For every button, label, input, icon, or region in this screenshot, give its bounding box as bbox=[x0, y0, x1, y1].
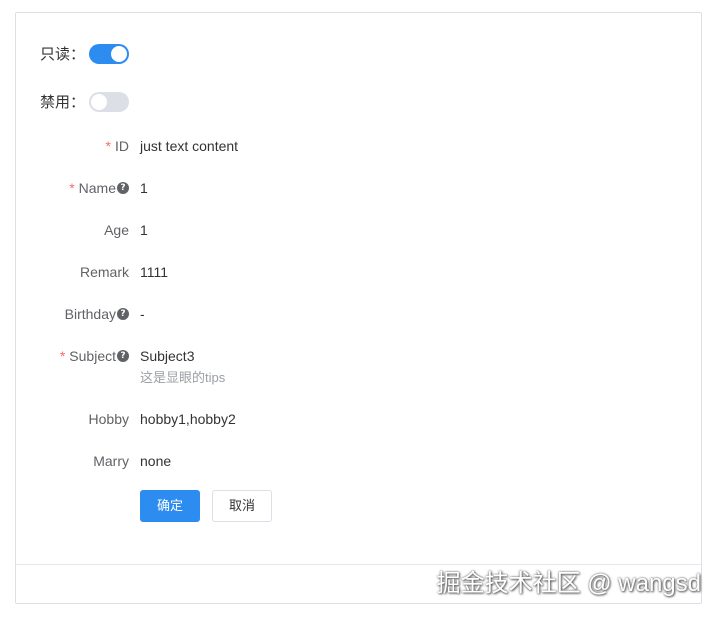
disabled-toggle-row: 禁用： bbox=[40, 91, 130, 112]
age-value: 1 bbox=[140, 222, 148, 238]
form-label-marry: Marry bbox=[93, 451, 129, 471]
form-label-name: * Name ? bbox=[69, 178, 129, 198]
hobby-value: hobby1,hobby2 bbox=[140, 411, 236, 427]
age-label: Age bbox=[104, 222, 129, 238]
watermark: 掘金技术社区 @ wangsd bbox=[436, 570, 701, 597]
id-label: ID bbox=[115, 138, 129, 154]
form-row-age: Age 1 bbox=[16, 220, 703, 240]
form-label-id: * ID bbox=[106, 136, 129, 156]
disabled-label: 禁用： bbox=[40, 94, 86, 111]
required-mark: * bbox=[59, 348, 66, 364]
help-icon[interactable]: ? bbox=[117, 308, 129, 320]
name-value: 1 bbox=[140, 180, 148, 196]
form-row-marry: Marry none bbox=[16, 451, 703, 471]
form-row-remark: Remark 1111 bbox=[16, 262, 703, 282]
marry-value: none bbox=[140, 453, 172, 469]
remark-label: Remark bbox=[79, 264, 129, 280]
form-row-id: * ID just text content bbox=[16, 136, 703, 156]
form-label-birthday: Birthday ? bbox=[65, 304, 129, 324]
subject-tips: 这是显眼的tips bbox=[140, 370, 226, 385]
readonly-toggle-row: 只读： bbox=[40, 43, 130, 64]
readonly-label: 只读： bbox=[40, 46, 86, 63]
required-mark: * bbox=[69, 180, 75, 196]
form-label-hobby: Hobby bbox=[89, 409, 129, 429]
form-row-name: * Name ? 1 bbox=[16, 178, 703, 198]
form-label-remark: Remark bbox=[80, 262, 129, 282]
confirm-button[interactable]: 确定 bbox=[140, 490, 200, 522]
switch-knob bbox=[91, 93, 108, 110]
birthday-label: Birthday bbox=[64, 306, 116, 322]
form-row-birthday: Birthday ? - bbox=[16, 304, 703, 324]
hobby-label: Hobby bbox=[88, 411, 129, 427]
form-row-subject: * Subject ? Subject3 这是显眼的tips bbox=[16, 346, 703, 385]
form-label-age: Age bbox=[104, 220, 129, 240]
form-row-hobby: Hobby hobby1,hobby2 bbox=[16, 409, 703, 429]
cancel-button[interactable]: 取消 bbox=[212, 490, 272, 522]
disabled-switch[interactable] bbox=[89, 91, 130, 112]
name-label: Name bbox=[78, 180, 116, 196]
required-mark: * bbox=[105, 138, 111, 154]
help-icon[interactable]: ? bbox=[117, 182, 129, 194]
readonly-switch[interactable] bbox=[89, 43, 130, 64]
subject-value: Subject3 bbox=[140, 348, 195, 364]
form-label-subject: * Subject ? bbox=[60, 346, 129, 366]
birthday-value: - bbox=[140, 306, 145, 322]
footer-divider bbox=[16, 564, 701, 565]
help-icon[interactable]: ? bbox=[117, 350, 129, 362]
id-value: just text content bbox=[140, 138, 239, 154]
subject-label: Subject bbox=[69, 348, 116, 364]
remark-value: 1111 bbox=[140, 264, 169, 280]
marry-label: Marry bbox=[93, 453, 129, 469]
form-card: 只读： 禁用： * ID just text content * Name ? … bbox=[15, 12, 702, 604]
switch-knob bbox=[111, 45, 128, 62]
